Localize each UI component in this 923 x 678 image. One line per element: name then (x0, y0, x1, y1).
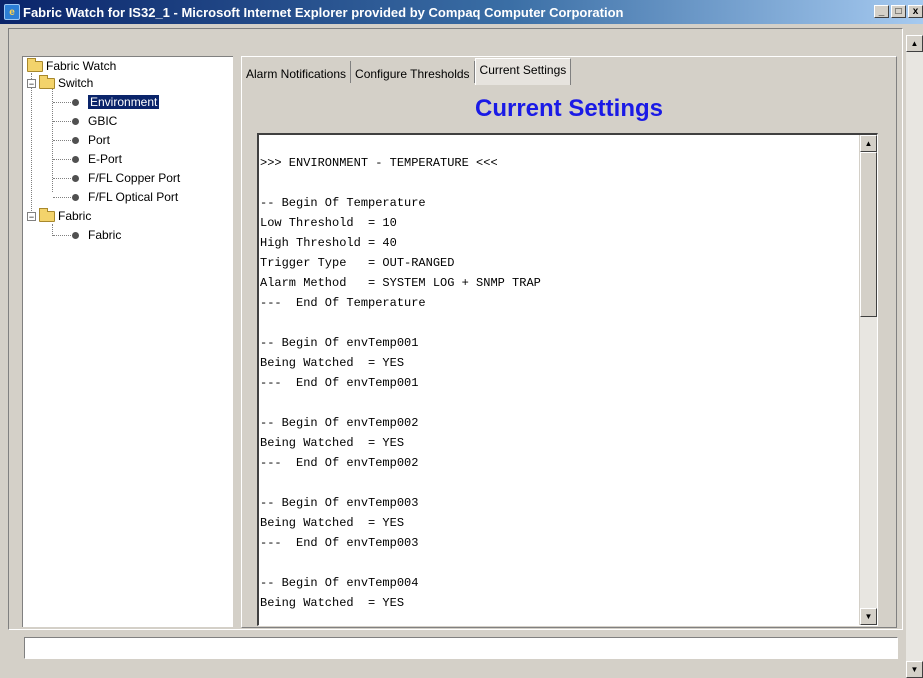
settings-line: --- End Of envTemp002 (260, 456, 419, 470)
collapse-icon[interactable]: − (27, 78, 36, 88)
settings-line: --- End Of Temperature (260, 296, 426, 310)
collapse-icon[interactable]: − (27, 211, 36, 221)
tree-item-environment[interactable]: Environment (53, 94, 160, 110)
scroll-up-icon[interactable]: ▲ (860, 135, 877, 152)
settings-line: --- End Of envTemp001 (260, 376, 419, 390)
settings-text: >>> ENVIRONMENT - TEMPERATURE <<< -- Beg… (260, 153, 856, 613)
settings-line (260, 313, 856, 333)
tree-item-label: F/FL Optical Port (88, 190, 179, 204)
settings-line: Being Watched = YES (260, 516, 405, 530)
tree-item-gbic[interactable]: GBIC (53, 113, 117, 129)
scroll-up-icon[interactable]: ▲ (906, 35, 923, 52)
tree-item-e-port[interactable]: E-Port (53, 151, 122, 167)
settings-line (260, 553, 856, 573)
status-bar (24, 637, 898, 659)
tree-item-optical-port[interactable]: F/FL Optical Port (53, 189, 178, 205)
leaf-icon (72, 174, 79, 182)
leaf-icon (72, 193, 79, 201)
tree-node-label: Switch (58, 76, 94, 90)
scroll-down-icon[interactable]: ▼ (906, 661, 923, 678)
settings-line: High Threshold = 40 (260, 236, 397, 250)
settings-line: Being Watched = YES (260, 436, 405, 450)
settings-line (260, 173, 856, 193)
folder-icon (39, 207, 55, 222)
navigation-tree: Fabric Watch − Switch Environment GBIC P… (22, 56, 233, 627)
settings-line: --- End Of envTemp003 (260, 536, 419, 550)
leaf-icon (72, 117, 79, 125)
tree-root[interactable]: Fabric Watch (27, 57, 117, 74)
tree-item-fabric[interactable]: Fabric (53, 227, 121, 243)
settings-line: -- Begin Of envTemp003 (260, 496, 419, 510)
settings-line: -- Begin Of Temperature (260, 196, 426, 210)
scroll-thumb[interactable] (860, 152, 877, 317)
tree-item-label: Environment (88, 95, 160, 109)
settings-line (260, 393, 856, 413)
settings-line: Low Threshold = 10 (260, 216, 397, 230)
tab-configure-thresholds[interactable]: Configure Thresholds (351, 61, 475, 83)
close-button[interactable]: x (908, 5, 923, 18)
settings-line: -- Begin Of envTemp001 (260, 336, 419, 350)
tree-item-copper-port[interactable]: F/FL Copper Port (53, 170, 180, 186)
settings-line: Being Watched = YES (260, 356, 405, 370)
settings-line (260, 473, 856, 493)
tree-item-label: Port (88, 133, 111, 147)
folder-icon (39, 74, 55, 89)
text-scrollbar[interactable]: ▲ ▼ (859, 135, 877, 625)
settings-line: Being Watched = YES (260, 596, 405, 610)
tab-alarm-notifications[interactable]: Alarm Notifications (242, 61, 352, 83)
maximize-button[interactable]: □ (891, 5, 906, 18)
leaf-icon (72, 98, 79, 106)
ie-icon: e (4, 4, 20, 20)
scroll-down-icon[interactable]: ▼ (860, 608, 877, 625)
folder-icon (27, 57, 43, 72)
settings-line: >>> ENVIRONMENT - TEMPERATURE <<< (260, 156, 498, 170)
tree-item-label: Fabric (88, 228, 122, 242)
settings-line: -- Begin Of envTemp004 (260, 576, 419, 590)
settings-line: Trigger Type = OUT-RANGED (260, 256, 455, 270)
window-title: Fabric Watch for IS32_1 - Microsoft Inte… (23, 4, 624, 20)
tree-item-label: E-Port (88, 152, 123, 166)
tree-item-label: GBIC (88, 114, 118, 128)
window-title-bar: e Fabric Watch for IS32_1 - Microsoft In… (0, 0, 923, 24)
tree-node-switch[interactable]: − Switch (27, 74, 94, 91)
tab-bar: Alarm Notifications Configure Thresholds… (242, 58, 572, 85)
settings-line: Alarm Method = SYSTEM LOG + SNMP TRAP (260, 276, 541, 290)
page-title: Current Settings (474, 95, 663, 122)
browser-scrollbar[interactable]: ▲ ▼ (906, 35, 923, 678)
tree-root-label: Fabric Watch (46, 59, 117, 73)
tree-item-port[interactable]: Port (53, 132, 110, 148)
leaf-icon (72, 155, 79, 163)
tree-item-label: F/FL Copper Port (88, 171, 181, 185)
tree-node-fabric[interactable]: − Fabric (27, 207, 92, 224)
tab-current-settings[interactable]: Current Settings (474, 58, 572, 85)
minimize-button[interactable]: _ (874, 5, 889, 18)
leaf-icon (72, 231, 79, 239)
settings-line: -- Begin Of envTemp002 (260, 416, 419, 430)
settings-text-area[interactable]: >>> ENVIRONMENT - TEMPERATURE <<< -- Beg… (257, 133, 878, 626)
leaf-icon (72, 136, 79, 144)
content-panel: Alarm Notifications Configure Thresholds… (241, 56, 897, 628)
tree-node-label: Fabric (58, 209, 92, 223)
